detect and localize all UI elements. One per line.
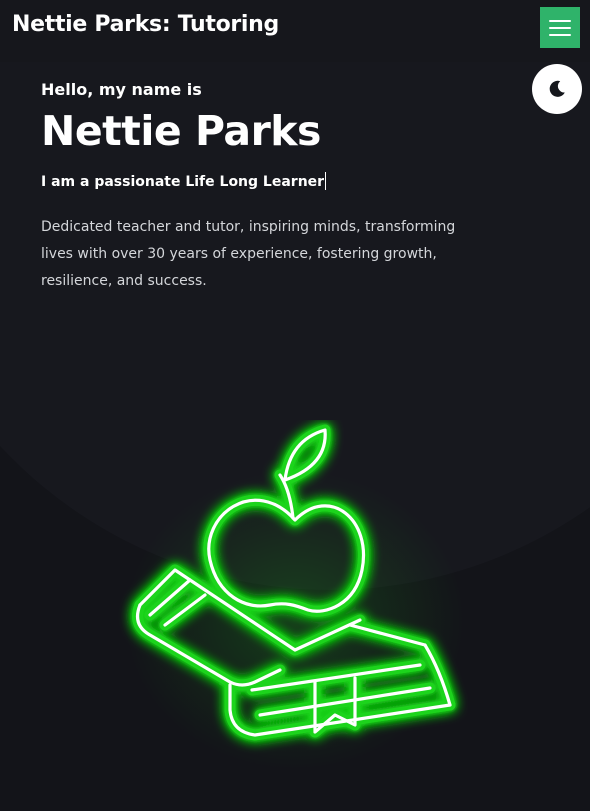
- typed-line: I am a passionate Life Long Learner: [41, 172, 481, 190]
- hero-bio: Dedicated teacher and tutor, inspiring m…: [41, 219, 456, 289]
- navbar: Nettie Parks: Tutoring: [0, 0, 590, 62]
- greeting-text: Hello, my name is: [41, 80, 202, 99]
- hero-name: Nettie Parks: [41, 107, 321, 155]
- typed-text: I am a passionate Life Long Learner: [41, 174, 325, 190]
- typing-cursor: [325, 172, 327, 190]
- hero-illustration: [80, 420, 520, 800]
- neon-apple-on-book-icon: [125, 424, 465, 770]
- page: Nettie Parks: Tutoring Hello, my name is…: [0, 0, 590, 811]
- brand-title[interactable]: Nettie Parks: Tutoring: [12, 12, 279, 37]
- theme-toggle-button[interactable]: [532, 64, 582, 114]
- moon-icon: [549, 80, 565, 97]
- menu-button[interactable]: [540, 7, 580, 48]
- hero-section: Hello, my name is Nettie Parks I am a pa…: [41, 80, 481, 295]
